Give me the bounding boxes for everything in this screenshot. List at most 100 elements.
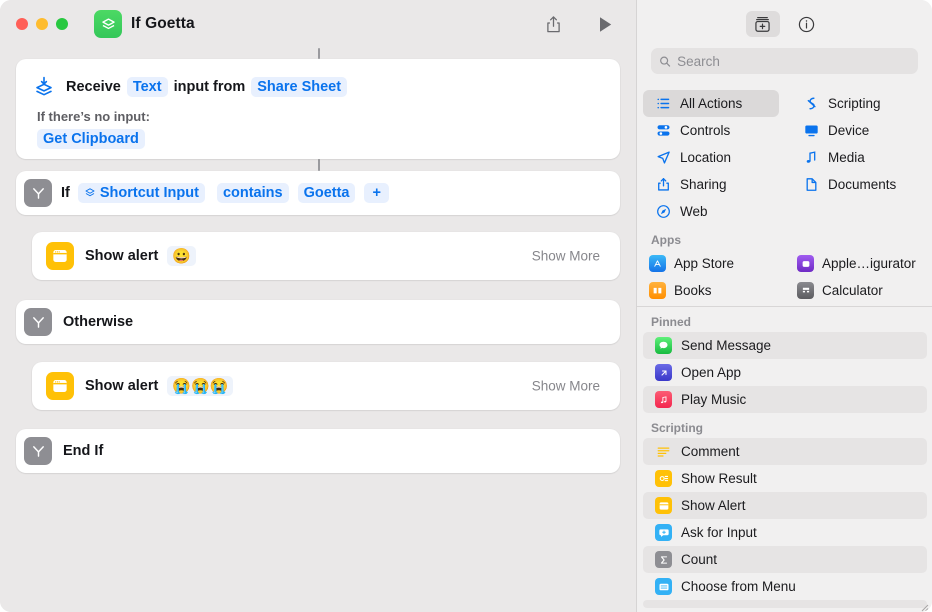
category-label: Scripting — [828, 96, 881, 111]
minimize-button[interactable] — [36, 18, 48, 30]
list-item-send-message[interactable]: Send Message — [643, 332, 927, 359]
list-item-choose-from-menu[interactable]: Choose from Menu — [643, 573, 927, 600]
list-item-label: Play Music — [681, 392, 747, 407]
category-label: Controls — [680, 123, 731, 138]
ask-for-input-icon — [655, 524, 672, 541]
category-location[interactable]: Location — [643, 144, 779, 171]
scripting-section-title: Scripting — [651, 421, 704, 435]
app-store-icon — [649, 255, 666, 272]
search-box[interactable] — [651, 48, 918, 74]
play-button[interactable] — [590, 10, 620, 38]
category-controls[interactable]: Controls — [643, 117, 779, 144]
app-item-calculator[interactable]: Calculator — [785, 277, 932, 304]
list-item-open-app[interactable]: Open App — [643, 359, 927, 386]
list-item-label: Choose from Menu — [681, 579, 796, 594]
pinned-section-title: Pinned — [651, 315, 692, 329]
resize-grip[interactable] — [919, 599, 929, 612]
app-item-books[interactable]: Books — [637, 277, 785, 304]
list-item-play-music[interactable]: Play Music — [643, 386, 927, 413]
receive-type-token[interactable]: Text — [126, 77, 168, 97]
show-result-icon — [655, 470, 672, 487]
comment-icon — [655, 443, 672, 460]
play-music-icon — [655, 391, 672, 408]
shortcuts-window: If Goetta Receive Text input from Share … — [0, 0, 932, 612]
branch-icon — [24, 437, 52, 465]
app-label: Books — [674, 283, 712, 298]
otherwise-card[interactable]: Otherwise — [16, 300, 620, 344]
if-condition-card[interactable]: If Shortcut Input contains Goetta + — [16, 171, 620, 215]
shortcut-input-icon — [85, 188, 95, 197]
branch-icon — [24, 179, 52, 207]
apps-grid: App Store Apple…igurator Books Calculato… — [637, 250, 932, 304]
list-item-count[interactable]: Count — [643, 546, 927, 573]
calculator-icon — [797, 282, 814, 299]
sharing-icon — [655, 176, 672, 193]
app-item-apple-configurator[interactable]: Apple…igurator — [785, 250, 932, 277]
if-add-token[interactable]: + — [364, 183, 389, 203]
close-button[interactable] — [16, 18, 28, 30]
scripting-icon — [803, 95, 820, 112]
if-operator-token[interactable]: contains — [216, 183, 289, 203]
receive-middle-label: input from — [173, 79, 246, 95]
list-item-show-alert[interactable]: Show Alert — [643, 492, 927, 519]
list-item-ask-for-input[interactable]: Ask for Input — [643, 519, 927, 546]
app-item-app-store[interactable]: App Store — [637, 250, 785, 277]
show-alert-icon — [46, 372, 74, 400]
show-alert-false-emoji[interactable]: 😭😭😭 — [167, 376, 234, 396]
end-if-label: End If — [63, 443, 104, 459]
no-input-label: If there’s no input: — [37, 109, 150, 124]
device-icon — [803, 122, 820, 139]
list-item-label: Comment — [681, 444, 740, 459]
action-library-button[interactable] — [745, 11, 780, 37]
search-input[interactable] — [677, 53, 910, 69]
web-icon — [655, 203, 672, 220]
library-scroll-area[interactable]: All Actions Scripting Controls Device Lo… — [637, 86, 932, 612]
category-label: Media — [828, 150, 865, 165]
traffic-lights — [16, 18, 68, 30]
end-if-card[interactable]: End If — [16, 429, 620, 473]
documents-icon — [803, 176, 820, 193]
receive-source-token[interactable]: Share Sheet — [251, 77, 348, 97]
category-label: All Actions — [680, 96, 743, 111]
if-value-token[interactable]: Goetta — [297, 183, 356, 203]
receive-input-card[interactable]: Receive Text input from Share Sheet If t… — [16, 59, 620, 159]
show-alert-true-emoji[interactable]: 😀 — [167, 246, 197, 266]
choose-from-menu-icon — [655, 578, 672, 595]
if-input-token-label: Shortcut Input — [99, 185, 199, 201]
show-more-false-button[interactable]: Show More — [532, 379, 600, 394]
titlebar: If Goetta — [0, 0, 636, 48]
category-label: Web — [680, 204, 708, 219]
zoom-button[interactable] — [56, 18, 68, 30]
list-item-partial[interactable] — [643, 600, 927, 608]
category-documents[interactable]: Documents — [791, 171, 927, 198]
category-all-actions[interactable]: All Actions — [643, 90, 779, 117]
list-item-show-result[interactable]: Show Result — [643, 465, 927, 492]
share-button[interactable] — [538, 10, 568, 38]
get-clipboard-token[interactable]: Get Clipboard — [37, 129, 145, 149]
category-label: Location — [680, 150, 732, 165]
show-alert-true-label: Show alert — [85, 248, 159, 264]
controls-icon — [655, 122, 672, 139]
list-item-label: Show Result — [681, 471, 757, 486]
shortcut-canvas: Receive Text input from Share Sheet If t… — [0, 48, 636, 612]
connector-line-top — [318, 48, 320, 59]
category-device[interactable]: Device — [791, 117, 927, 144]
list-item-comment[interactable]: Comment — [643, 438, 927, 465]
category-web[interactable]: Web — [643, 198, 779, 225]
category-label: Documents — [828, 177, 897, 192]
show-more-true-button[interactable]: Show More — [532, 249, 600, 264]
show-alert-true-card[interactable]: Show alert 😀 Show More — [32, 232, 620, 280]
show-alert-false-card[interactable]: Show alert 😭😭😭 Show More — [32, 362, 620, 410]
info-button[interactable] — [790, 11, 824, 37]
list-item-label: Count — [681, 552, 718, 567]
if-input-token[interactable]: Shortcut Input — [77, 183, 205, 203]
shortcuts-icon — [94, 10, 122, 38]
category-scripting[interactable]: Scripting — [791, 90, 927, 117]
category-media[interactable]: Media — [791, 144, 927, 171]
show-alert-icon — [655, 497, 672, 514]
connector-line-1 — [318, 159, 320, 171]
category-sharing[interactable]: Sharing — [643, 171, 779, 198]
library-toolbar — [637, 0, 932, 48]
apps-section-title: Apps — [651, 233, 681, 247]
library-scrollbar[interactable] — [924, 86, 931, 612]
